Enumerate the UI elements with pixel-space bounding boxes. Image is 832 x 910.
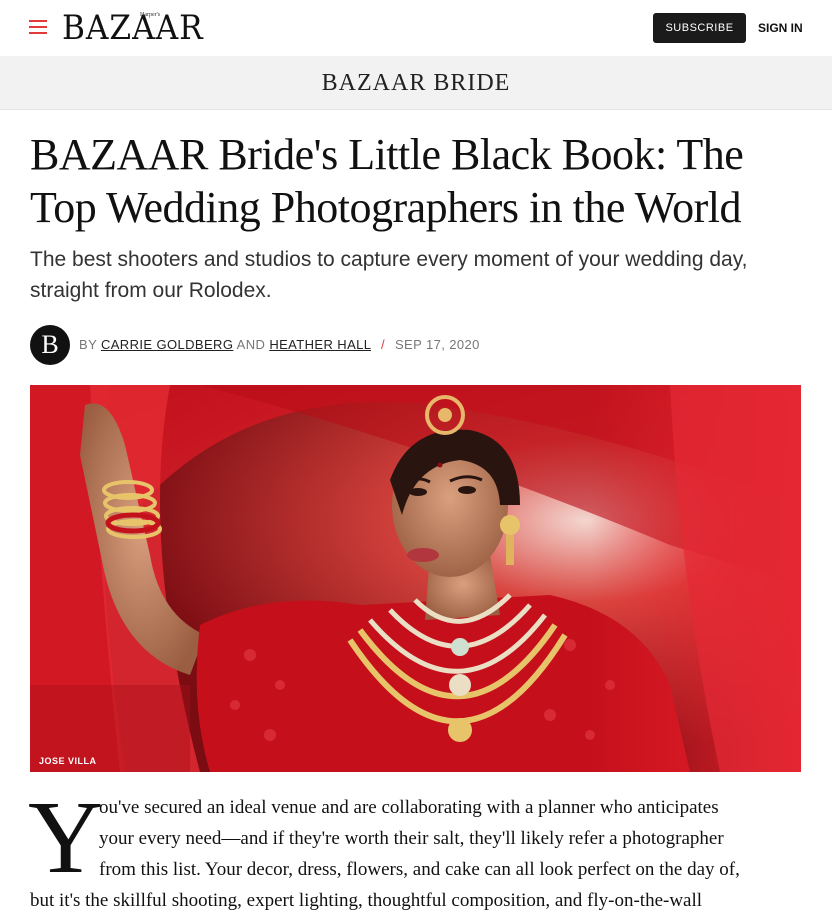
author-link-heather-hall[interactable]: HEATHER HALL xyxy=(269,337,371,352)
body-line-1: ou've secured an ideal venue and are col… xyxy=(99,797,719,818)
menu-icon[interactable] xyxy=(29,17,47,35)
author-link-carrie-goldberg[interactable]: CARRIE GOLDBERG xyxy=(101,337,233,352)
article-dek: The best shooters and studios to capture… xyxy=(30,248,748,302)
publisher-avatar: B xyxy=(30,325,70,365)
byline-by: BY xyxy=(79,337,97,352)
site-logo[interactable]: BAZAAR xyxy=(62,8,204,48)
section-title-link[interactable]: BAZAAR BRIDE xyxy=(0,68,832,98)
byline-separator: / xyxy=(380,337,385,352)
byline-and: AND xyxy=(236,337,266,352)
body-line-4: but it's the skillful shooting, expert l… xyxy=(30,890,703,910)
drop-cap: Y xyxy=(28,780,104,895)
byline: BY CARRIE GOLDBERG AND HEATHER HALL / SE… xyxy=(79,337,480,352)
sign-in-link[interactable]: SIGN IN xyxy=(758,13,803,43)
publish-date: SEP 17, 2020 xyxy=(394,337,480,352)
site-logo-small-text: Harper's xyxy=(140,12,161,18)
section-bar: BAZAAR BRIDE xyxy=(0,56,832,110)
photo-credit: JOSE VILLA xyxy=(39,756,97,766)
subscribe-button[interactable]: SUBSCRIBE xyxy=(653,13,746,43)
body-line-2: your every need—and if they're worth the… xyxy=(99,828,724,849)
body-line-3: from this list. Your decor, dress, flowe… xyxy=(99,859,740,880)
hero-photo-illustration xyxy=(30,385,801,772)
hero-image: JOSE VILLA xyxy=(30,385,801,772)
article-headline: BAZAAR Bride's Little Black Book: The To… xyxy=(30,130,744,232)
top-navigation: BAZAAR Harper's SUBSCRIBE SIGN IN xyxy=(0,0,832,57)
